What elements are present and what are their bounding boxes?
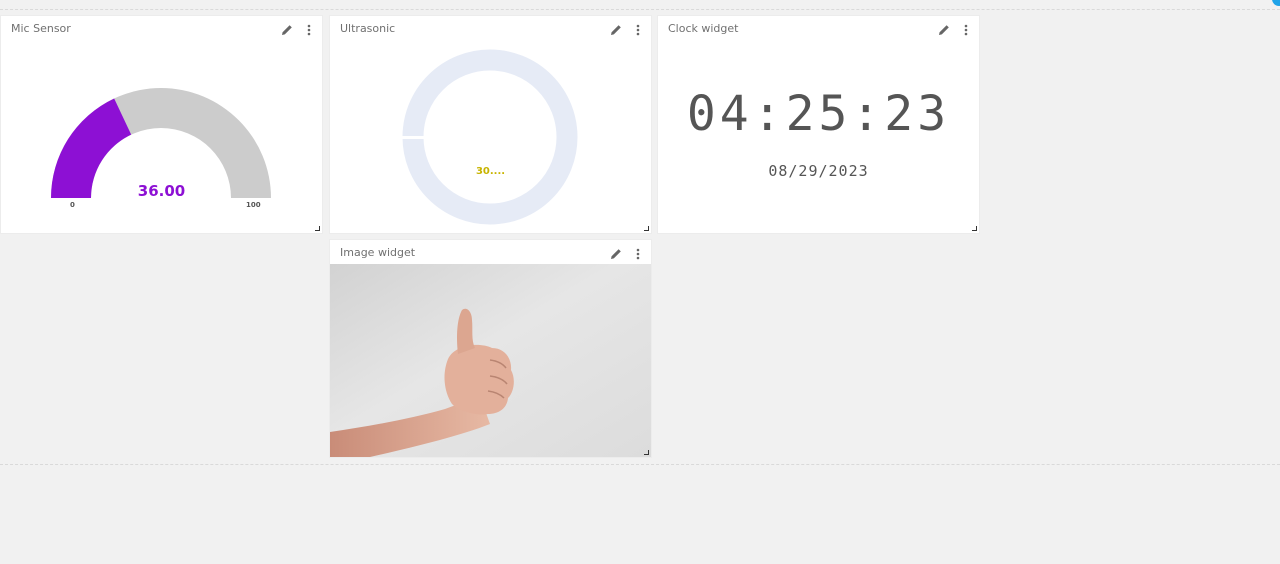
mic-gauge bbox=[51, 88, 271, 198]
mic-sensor-widget[interactable]: Mic Sensor 36.00 0 100 bbox=[1, 16, 322, 233]
resize-handle-icon[interactable] bbox=[644, 226, 649, 231]
resize-handle-icon[interactable] bbox=[644, 450, 649, 455]
corner-accent[interactable] bbox=[1272, 0, 1280, 6]
widget-title: Clock widget bbox=[668, 22, 739, 35]
ring-track bbox=[402, 49, 578, 225]
ring-value: 30.... bbox=[475, 166, 506, 177]
ring-marker bbox=[402, 136, 424, 139]
pencil-icon[interactable] bbox=[937, 23, 951, 37]
ultrasonic-widget[interactable]: Ultrasonic 30.... bbox=[330, 16, 651, 233]
clock-date: 08/29/2023 bbox=[768, 162, 869, 180]
gauge-value: 36.00 bbox=[137, 182, 186, 200]
widget-toolbar bbox=[609, 247, 645, 261]
grid-guide-top bbox=[0, 9, 1280, 10]
resize-handle-icon[interactable] bbox=[972, 226, 977, 231]
vertical-ellipsis-icon[interactable] bbox=[959, 23, 973, 37]
pencil-icon[interactable] bbox=[609, 247, 623, 261]
vertical-ellipsis-icon[interactable] bbox=[631, 247, 645, 261]
widget-toolbar bbox=[937, 23, 973, 37]
clock-widget[interactable]: Clock widget 04:25:23 08/29/2023 bbox=[658, 16, 979, 233]
image-widget[interactable]: Image widget bbox=[330, 240, 651, 457]
widget-title: Image widget bbox=[340, 246, 416, 259]
clock-time: 04:25:23 bbox=[686, 86, 951, 142]
thumbs-up-photo bbox=[330, 264, 651, 457]
gauge-max-label: 100 bbox=[246, 201, 261, 209]
gauge-min-label: 0 bbox=[70, 201, 75, 209]
ultrasonic-ring bbox=[402, 49, 578, 225]
grid-guide-bottom bbox=[0, 464, 1280, 465]
resize-handle-icon[interactable] bbox=[315, 226, 320, 231]
